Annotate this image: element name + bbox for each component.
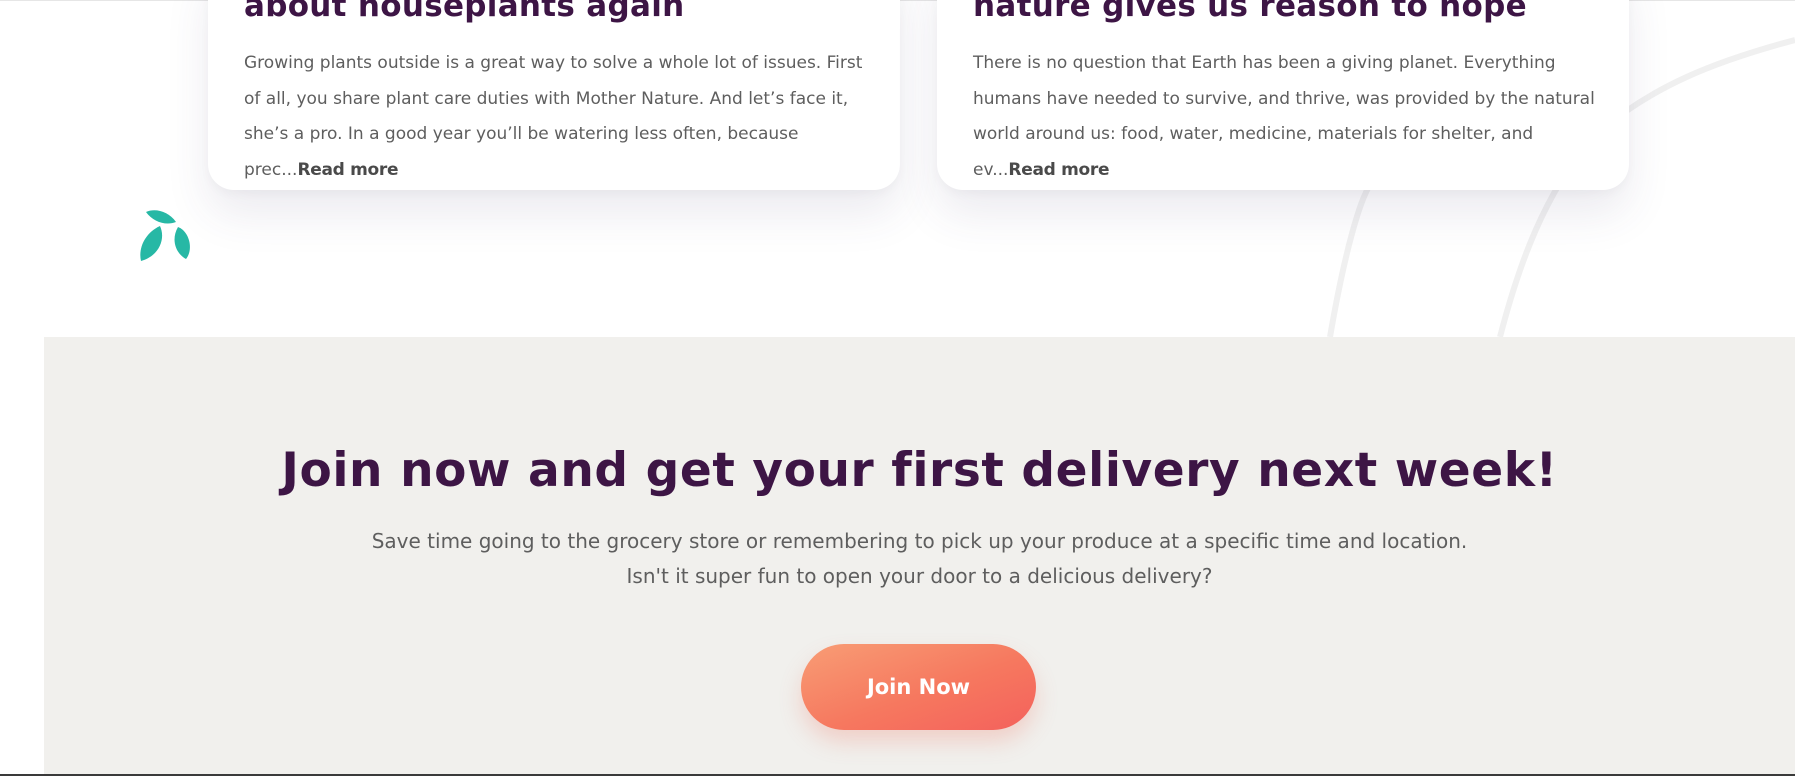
- blog-card-excerpt: There is no question that Earth has been…: [973, 46, 1598, 188]
- join-now-button[interactable]: Join Now: [801, 644, 1036, 730]
- blog-card-excerpt: Growing plants outside is a great way to…: [244, 46, 869, 188]
- blog-card-title[interactable]: nature gives us reason to hope: [973, 0, 1527, 24]
- blog-card-title[interactable]: about houseplants again: [244, 0, 685, 24]
- cta-subtitle-line: Save time going to the grocery store or …: [371, 529, 1468, 553]
- leaf-icon: [140, 210, 190, 261]
- join-cta-section: Join now and get your first delivery nex…: [44, 337, 1795, 776]
- cta-subtitle: Save time going to the grocery store or …: [44, 524, 1795, 594]
- blog-card[interactable]: nature gives us reason to hope There is …: [937, 0, 1629, 190]
- cta-subtitle-line: Isn't it super fun to open your door to …: [626, 564, 1213, 588]
- blog-card[interactable]: about houseplants again Growing plants o…: [208, 0, 900, 190]
- cta-heading: Join now and get your first delivery nex…: [281, 443, 1558, 498]
- read-more-link[interactable]: Read more: [1008, 160, 1109, 180]
- read-more-link[interactable]: Read more: [297, 160, 398, 180]
